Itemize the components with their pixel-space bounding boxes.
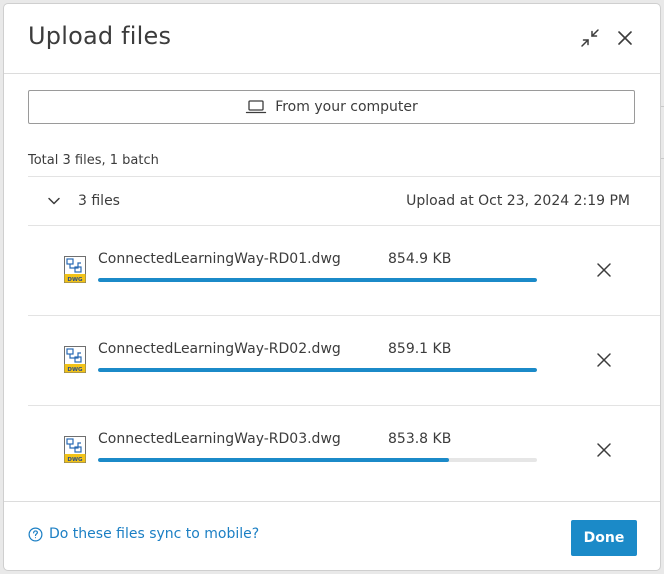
remove-file-icon[interactable]	[594, 350, 614, 370]
from-your-computer-label: From your computer	[275, 99, 418, 115]
upload-progress-bar	[98, 458, 537, 462]
remove-file-icon[interactable]	[594, 260, 614, 280]
batch-file-count: 3 files	[78, 192, 120, 209]
from-your-computer-button[interactable]: From your computer	[28, 90, 635, 124]
svg-text:DWG: DWG	[67, 367, 83, 373]
total-files-summary: Total 3 files, 1 batch	[28, 153, 159, 168]
progress-fill	[98, 368, 537, 372]
file-name: ConnectedLearningWay-RD03.dwg	[98, 431, 341, 447]
batch-row: 3 files Upload at Oct 23, 2024 2:19 PM	[28, 177, 636, 224]
batch-upload-time: Upload at Oct 23, 2024 2:19 PM	[406, 192, 630, 209]
file-size: 854.9 KB	[388, 251, 452, 267]
dialog-header: Upload files	[4, 4, 660, 74]
upload-progress-bar	[98, 278, 537, 282]
remove-file-icon[interactable]	[594, 440, 614, 460]
progress-fill	[98, 458, 450, 462]
dialog-title: Upload files	[28, 22, 172, 50]
dwg-file-icon: DWG	[64, 436, 86, 463]
collapse-arrows-icon[interactable]	[578, 26, 602, 50]
file-size: 853.8 KB	[388, 431, 452, 447]
file-name: ConnectedLearningWay-RD02.dwg	[98, 341, 341, 357]
chevron-down-icon[interactable]	[46, 193, 62, 209]
laptop-icon	[245, 99, 267, 115]
svg-text:DWG: DWG	[67, 457, 83, 463]
dialog-footer: Do these files sync to mobile? Done	[4, 501, 660, 570]
sync-to-mobile-help-link[interactable]: Do these files sync to mobile?	[28, 526, 259, 542]
dwg-file-icon: DWG	[64, 346, 86, 373]
file-row: DWG ConnectedLearningWay-RD02.dwg 859.1 …	[28, 316, 636, 405]
progress-fill	[98, 278, 537, 282]
upload-progress-bar	[98, 368, 537, 372]
svg-text:DWG: DWG	[67, 277, 83, 283]
file-name: ConnectedLearningWay-RD01.dwg	[98, 251, 341, 267]
help-link-text: Do these files sync to mobile?	[49, 526, 260, 542]
upload-files-dialog: Upload files From your computer Total 3 …	[4, 4, 660, 570]
file-row: DWG ConnectedLearningWay-RD01.dwg 854.9 …	[28, 226, 636, 315]
help-circle-icon	[28, 527, 43, 541]
done-button[interactable]: Done	[571, 520, 637, 556]
dwg-file-icon: DWG	[64, 256, 86, 283]
close-icon[interactable]	[613, 26, 637, 50]
file-size: 859.1 KB	[388, 341, 452, 357]
file-row: DWG ConnectedLearningWay-RD03.dwg 853.8 …	[28, 406, 636, 495]
